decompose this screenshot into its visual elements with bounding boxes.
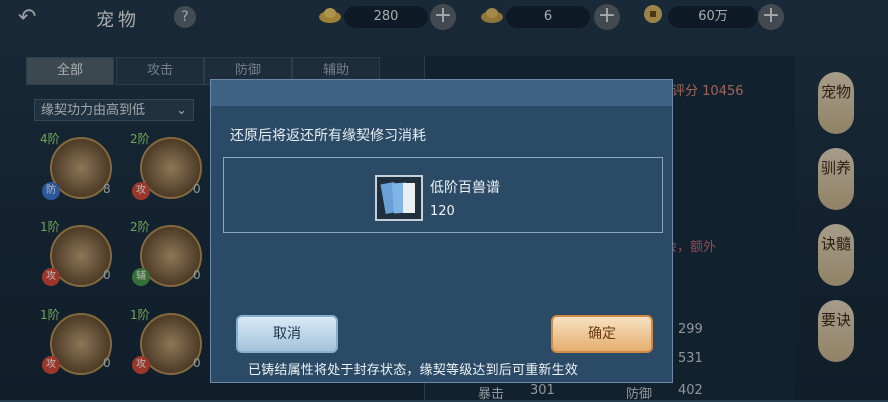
item-quantity: 120 — [430, 204, 455, 219]
dialog-header-bar — [211, 80, 672, 106]
confirm-button[interactable]: 确定 — [551, 315, 653, 353]
dialog-footnote: 已铸结属性将处于封存状态，缘契等级达到后可重新生效 — [248, 363, 579, 378]
reset-confirm-dialog: 还原后将返还所有缘契修习消耗 低阶百兽谱 120 取消 确定 已铸结属性将处于封… — [210, 79, 673, 383]
dialog-message: 还原后将返还所有缘契修习消耗 — [230, 128, 426, 144]
book-icon — [375, 175, 423, 221]
item-name: 低阶百兽谱 — [430, 180, 500, 196]
cancel-button[interactable]: 取消 — [236, 315, 338, 353]
